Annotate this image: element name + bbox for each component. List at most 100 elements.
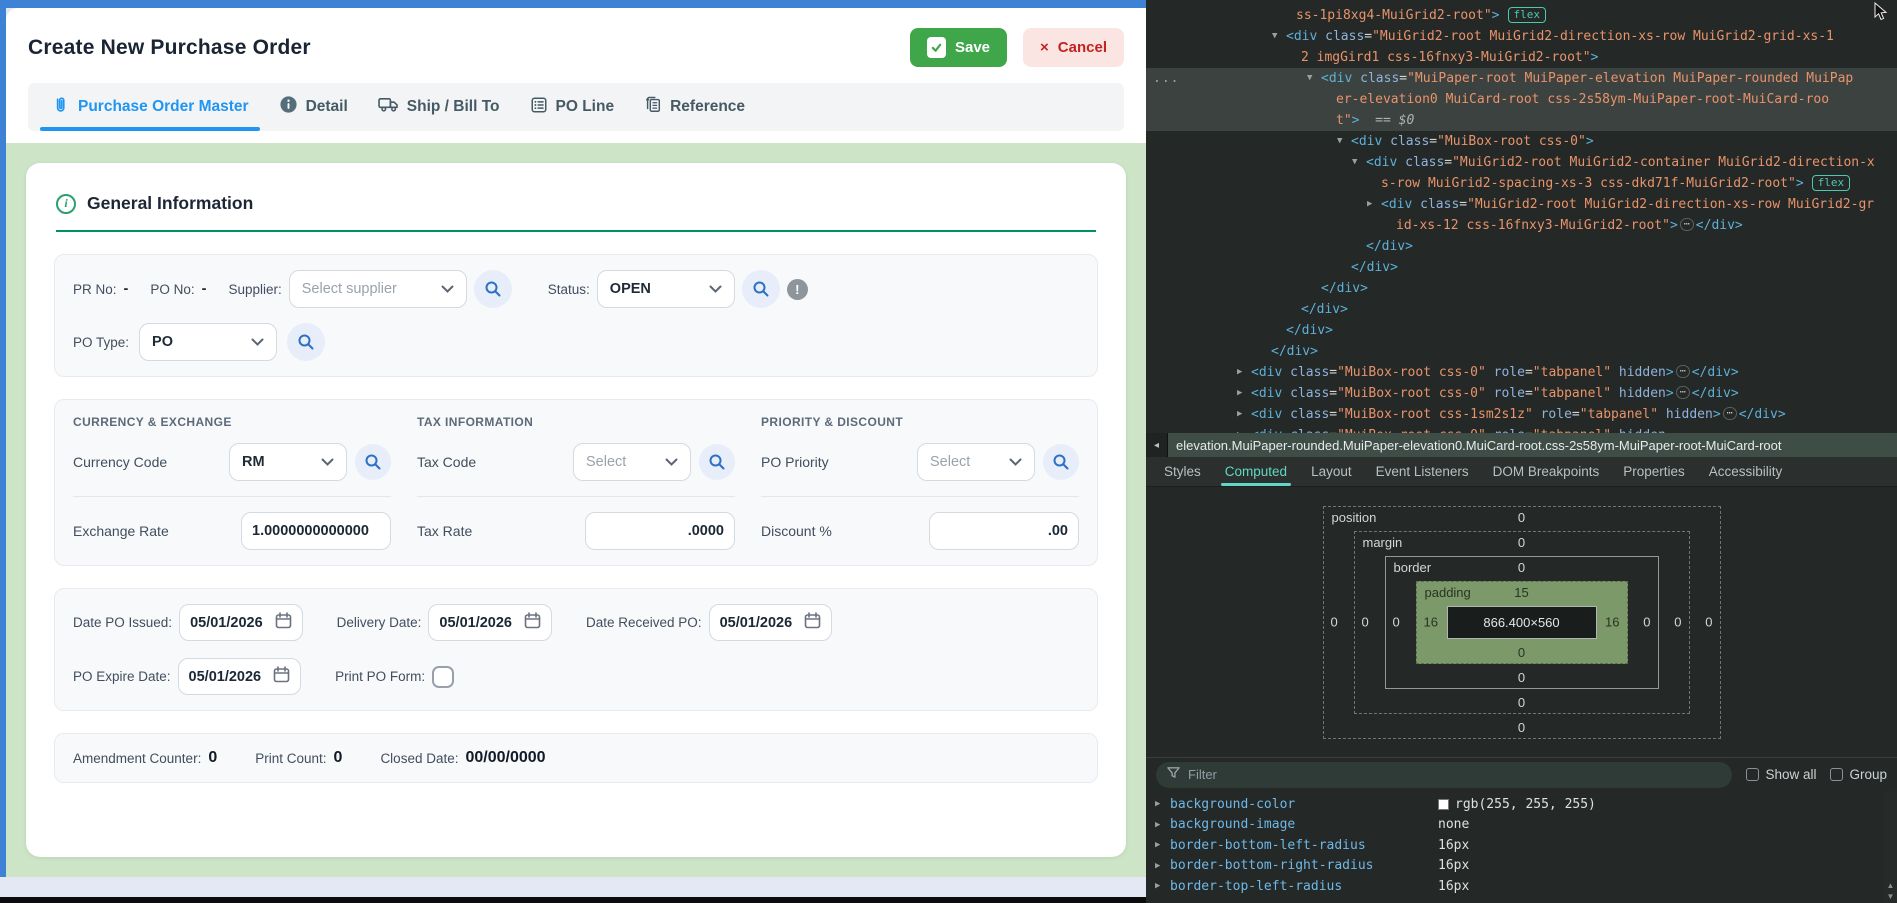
tab-detail[interactable]: Detail bbox=[268, 83, 359, 131]
exchange-rate-input[interactable]: 1.0000000000000 bbox=[241, 512, 391, 550]
tax-rate-label: Tax Rate bbox=[417, 523, 577, 539]
po-type-search-button[interactable] bbox=[287, 323, 325, 361]
dom-tree-line[interactable]: ▼<div class="MuiGrid2-root MuiGrid2-cont… bbox=[1146, 152, 1897, 173]
collapsed-content-icon[interactable]: ⋯ bbox=[1723, 407, 1737, 420]
cancel-button[interactable]: × Cancel bbox=[1023, 28, 1124, 67]
po-priority-search-button[interactable] bbox=[1043, 444, 1079, 480]
property-name: border-top-left-radius bbox=[1170, 879, 1438, 894]
show-all-label: Show all bbox=[1765, 767, 1816, 782]
po-expire-date-input[interactable]: 05/01/2026 bbox=[178, 658, 302, 695]
dom-tree-line[interactable]: t"> == $0 bbox=[1146, 110, 1897, 131]
delivery-date-input[interactable]: 05/01/2026 bbox=[428, 604, 552, 641]
flex-badge[interactable]: flex bbox=[1508, 7, 1547, 23]
tab-po-line[interactable]: PO Line bbox=[519, 83, 626, 131]
devtools-tab-dom-breakpoints[interactable]: DOM Breakpoints bbox=[1481, 457, 1612, 486]
collapse-arrow-icon[interactable]: ▶ bbox=[1237, 383, 1242, 404]
status-select[interactable]: OPEN bbox=[597, 270, 735, 308]
color-swatch[interactable] bbox=[1438, 799, 1449, 810]
dom-tree-line[interactable]: </div> bbox=[1146, 278, 1897, 299]
box-model-content-size[interactable]: 866.400×560 bbox=[1447, 606, 1597, 639]
dom-tree-line[interactable]: er-elevation0 MuiCard-root css-2s58ym-Mu… bbox=[1146, 89, 1897, 110]
calendar-icon[interactable] bbox=[804, 612, 821, 634]
calendar-icon[interactable] bbox=[524, 612, 541, 634]
flex-badge[interactable]: flex bbox=[1812, 175, 1851, 191]
dom-tree-line[interactable]: </div> bbox=[1146, 341, 1897, 362]
tab-ship-bill-to[interactable]: Ship / Bill To bbox=[367, 83, 511, 131]
dom-tree-line[interactable]: </div> bbox=[1146, 320, 1897, 341]
dom-tree-line[interactable]: ...▼<div class="MuiPaper-root MuiPaper-e… bbox=[1146, 68, 1897, 89]
dom-tree-line[interactable]: ▶<div class="MuiBox-root css-0" role="ta… bbox=[1146, 362, 1897, 383]
scroll-down-icon[interactable]: ▼ bbox=[1887, 892, 1895, 901]
box-model-padding[interactable]: padding 15 0 16 16 866.400×560 bbox=[1416, 581, 1628, 664]
supplier-select[interactable]: Select supplier bbox=[289, 270, 467, 308]
print-po-form-checkbox[interactable] bbox=[432, 666, 454, 688]
dom-tree-line[interactable]: s-row MuiGrid2-spacing-xs-3 css-dkd71f-M… bbox=[1146, 173, 1897, 194]
devtools-tab-properties[interactable]: Properties bbox=[1611, 457, 1697, 486]
dom-tree-line[interactable]: </div> bbox=[1146, 257, 1897, 278]
box-model-margin[interactable]: margin 0 0 0 0 border 0 0 0 0 padding 15… bbox=[1354, 531, 1690, 714]
po-priority-select[interactable]: Select bbox=[917, 443, 1035, 481]
expand-arrow-icon[interactable]: ▼ bbox=[1352, 152, 1357, 173]
dom-tree-line[interactable]: </div> bbox=[1146, 299, 1897, 320]
dom-tree-line[interactable]: ▶<div class="MuiBox-root css-0" role="ta… bbox=[1146, 425, 1897, 433]
dom-tree-line[interactable]: 2 imgGird1 css-16fnxy3-MuiGrid2-root"> bbox=[1146, 47, 1897, 68]
dom-tree-line[interactable]: ▼<div class="MuiGrid2-root MuiGrid2-dire… bbox=[1146, 26, 1897, 47]
devtools-tab-computed[interactable]: Computed bbox=[1213, 457, 1299, 486]
expand-arrow-icon[interactable]: ▼ bbox=[1337, 131, 1342, 152]
delivery-date-value: 05/01/2026 bbox=[439, 615, 512, 631]
calendar-icon[interactable] bbox=[273, 666, 290, 688]
tab-purchase-order-master[interactable]: Purchase Order Master bbox=[40, 83, 260, 131]
supplier-search-button[interactable] bbox=[474, 270, 512, 308]
dates-group: Date PO Issued:05/01/2026Delivery Date:0… bbox=[54, 588, 1098, 711]
expand-arrow-icon[interactable]: ▶ bbox=[1155, 881, 1160, 891]
more-actions-icon[interactable]: ... bbox=[1153, 68, 1179, 89]
collapsed-content-icon[interactable]: ⋯ bbox=[1680, 218, 1694, 231]
show-all-checkbox[interactable] bbox=[1746, 768, 1759, 781]
currency-code-select[interactable]: RM bbox=[229, 443, 347, 481]
devtools-tab-accessibility[interactable]: Accessibility bbox=[1697, 457, 1795, 486]
devtools-tab-styles[interactable]: Styles bbox=[1152, 457, 1213, 486]
dom-tree-line[interactable]: ▼<div class="MuiBox-root css-0"> bbox=[1146, 131, 1897, 152]
status-search-button[interactable] bbox=[742, 270, 780, 308]
discount--input[interactable]: .00 bbox=[929, 512, 1079, 550]
scroll-up-icon[interactable]: ▲ bbox=[1887, 881, 1895, 890]
column-field-row: Discount %.00 bbox=[761, 512, 1079, 550]
filter-input[interactable]: Filter bbox=[1156, 762, 1732, 788]
save-button[interactable]: Save bbox=[910, 28, 1007, 67]
collapse-arrow-icon[interactable]: ▶ bbox=[1237, 425, 1242, 433]
dom-tree-line[interactable]: id-xs-12 css-16fnxy3-MuiGrid2-root">⋯</d… bbox=[1146, 215, 1897, 236]
expand-arrow-icon[interactable]: ▶ bbox=[1155, 820, 1160, 830]
breadcrumb-scroll-left-button[interactable]: ◂ bbox=[1146, 433, 1168, 457]
box-model-position[interactable]: position 0 0 0 0 margin 0 0 0 0 border 0… bbox=[1323, 506, 1721, 739]
tax-code-select[interactable]: Select bbox=[573, 443, 691, 481]
dom-tree-line[interactable]: </div> bbox=[1146, 236, 1897, 257]
breadcrumb[interactable]: elevation.MuiPaper-rounded.MuiPaper-elev… bbox=[1168, 433, 1897, 457]
expand-arrow-icon[interactable]: ▶ bbox=[1155, 861, 1160, 871]
collapse-arrow-icon[interactable]: ▶ bbox=[1367, 194, 1372, 215]
po-type-select[interactable]: PO bbox=[139, 323, 277, 361]
date-po-issued-input[interactable]: 05/01/2026 bbox=[179, 604, 303, 641]
expand-arrow-icon[interactable]: ▼ bbox=[1307, 68, 1312, 89]
dom-tree-line[interactable]: ▶<div class="MuiBox-root css-1sm2s1z" ro… bbox=[1146, 404, 1897, 425]
collapsed-content-icon[interactable]: ⋯ bbox=[1676, 365, 1690, 378]
expand-arrow-icon[interactable]: ▶ bbox=[1155, 840, 1160, 850]
dom-tree-line[interactable]: ss-1pi8xg4-MuiGrid2-root">flex bbox=[1146, 5, 1897, 26]
tax-code-search-button[interactable] bbox=[699, 444, 735, 480]
expand-arrow-icon[interactable]: ▶ bbox=[1155, 799, 1160, 809]
dom-tree-line[interactable]: ▶<div class="MuiBox-root css-0" role="ta… bbox=[1146, 383, 1897, 404]
calendar-icon[interactable] bbox=[275, 612, 292, 634]
dom-tree-line[interactable]: ▶<div class="MuiGrid2-root MuiGrid2-dire… bbox=[1146, 194, 1897, 215]
collapse-arrow-icon[interactable]: ▶ bbox=[1237, 404, 1242, 425]
collapsed-content-icon[interactable]: ⋯ bbox=[1676, 386, 1690, 399]
currency-code-search-button[interactable] bbox=[355, 444, 391, 480]
box-model-border[interactable]: border 0 0 0 0 padding 15 0 16 16 866.40… bbox=[1385, 556, 1659, 689]
devtools-tab-layout[interactable]: Layout bbox=[1299, 457, 1364, 486]
devtools-tab-event-listeners[interactable]: Event Listeners bbox=[1364, 457, 1481, 486]
expand-arrow-icon[interactable]: ▼ bbox=[1272, 26, 1277, 47]
date-received-po-input[interactable]: 05/01/2026 bbox=[709, 604, 833, 641]
tab-reference[interactable]: Reference bbox=[633, 83, 756, 131]
group-checkbox[interactable] bbox=[1830, 768, 1843, 781]
collapse-arrow-icon[interactable]: ▶ bbox=[1237, 362, 1242, 383]
tax-rate-input[interactable]: .0000 bbox=[585, 512, 735, 550]
scrollbar[interactable]: ▲ ▼ bbox=[1884, 791, 1897, 903]
